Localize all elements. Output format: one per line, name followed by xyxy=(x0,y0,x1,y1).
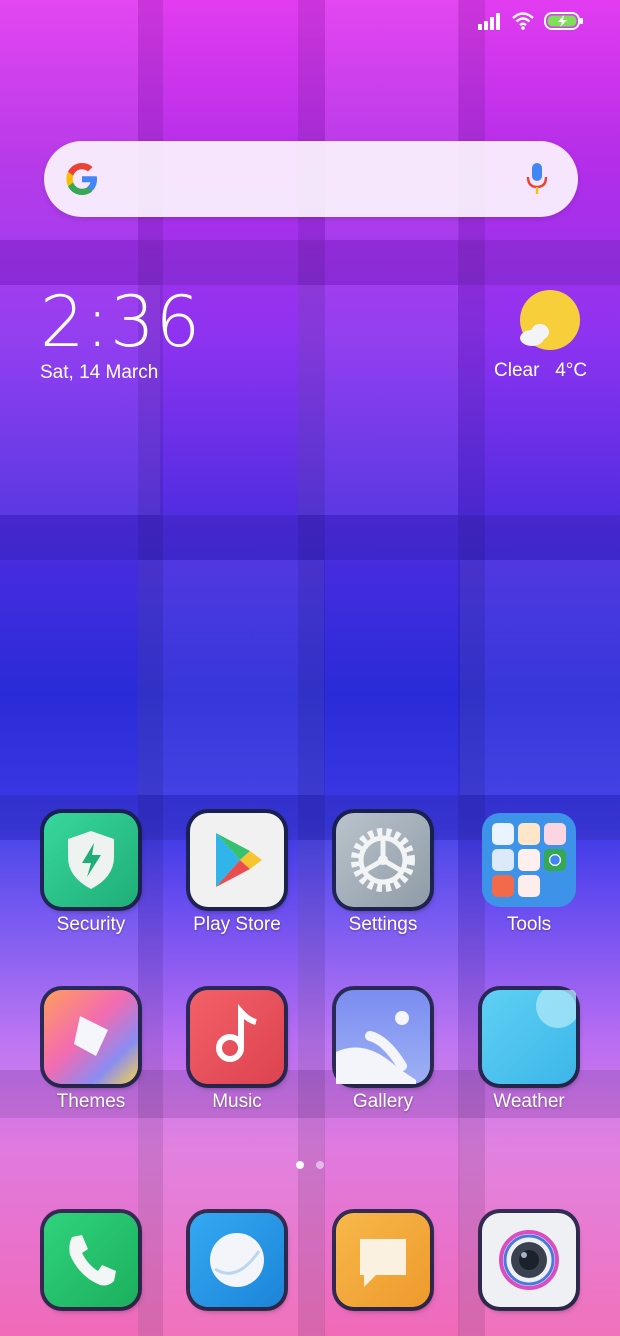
dock-camera[interactable] xyxy=(464,1213,594,1307)
app-weather[interactable]: Weather xyxy=(464,990,594,1114)
clock-date: Sat, 14 March xyxy=(40,362,159,383)
app-settings[interactable]: Settings xyxy=(318,813,448,937)
clock-time[interactable]: 2:36 xyxy=(40,280,201,364)
app-themes[interactable]: Themes xyxy=(26,990,156,1114)
play-games-icon xyxy=(518,823,540,845)
gallery-icon xyxy=(336,990,430,1084)
chrome-icon xyxy=(544,849,566,871)
empty-slot xyxy=(544,875,566,897)
themes-brush-icon xyxy=(44,990,138,1084)
dock-messages[interactable] xyxy=(318,1213,448,1307)
messages-icon xyxy=(336,1213,430,1307)
app-label: Play Store xyxy=(193,914,281,935)
app-label: Music xyxy=(212,1091,262,1112)
app-security[interactable]: Security xyxy=(26,813,156,937)
page-dot-current[interactable] xyxy=(296,1161,304,1169)
gear-icon xyxy=(336,813,430,907)
microphone-icon[interactable] xyxy=(526,163,548,195)
screen-recorder-icon xyxy=(492,875,514,897)
signal-icon xyxy=(478,13,500,30)
weather-app-icon xyxy=(482,990,576,1084)
wifi-icon xyxy=(512,12,534,30)
search-input[interactable] xyxy=(114,159,498,201)
play-movies-icon xyxy=(544,823,566,845)
page-dot[interactable] xyxy=(316,1161,324,1169)
status-bar xyxy=(478,12,584,30)
app-label: Weather xyxy=(493,1091,565,1112)
music-note-icon xyxy=(190,990,284,1084)
app-label: Settings xyxy=(348,914,418,935)
dock-phone[interactable] xyxy=(26,1213,156,1307)
folder-tools[interactable]: Tools xyxy=(464,813,594,937)
app-play-store[interactable]: Play Store xyxy=(172,813,302,937)
app-label: Tools xyxy=(506,914,552,935)
play-store-icon xyxy=(190,813,284,907)
google-logo-icon xyxy=(66,163,97,195)
gmail-icon xyxy=(518,849,540,871)
security-icon xyxy=(44,813,138,907)
app-label: Security xyxy=(56,914,126,935)
app-label: Gallery xyxy=(352,1091,414,1112)
battery-charging-icon xyxy=(544,12,583,30)
google-search-bar[interactable] xyxy=(44,141,578,217)
folder-icon xyxy=(482,813,576,907)
sunny-cloud-icon[interactable] xyxy=(516,290,582,354)
contacts-icon xyxy=(492,849,514,871)
dock-browser[interactable] xyxy=(172,1213,302,1307)
weather-summary: Clear 4°C xyxy=(494,360,588,381)
app-label: Themes xyxy=(56,1091,126,1112)
phone-icon xyxy=(44,1213,138,1307)
camera-icon xyxy=(482,1213,576,1307)
scanner-icon xyxy=(492,823,514,845)
app-gallery[interactable]: Gallery xyxy=(318,990,448,1114)
page-indicator xyxy=(296,1161,324,1169)
youtube-icon xyxy=(518,875,540,897)
browser-icon xyxy=(190,1213,284,1307)
app-music[interactable]: Music xyxy=(172,990,302,1114)
